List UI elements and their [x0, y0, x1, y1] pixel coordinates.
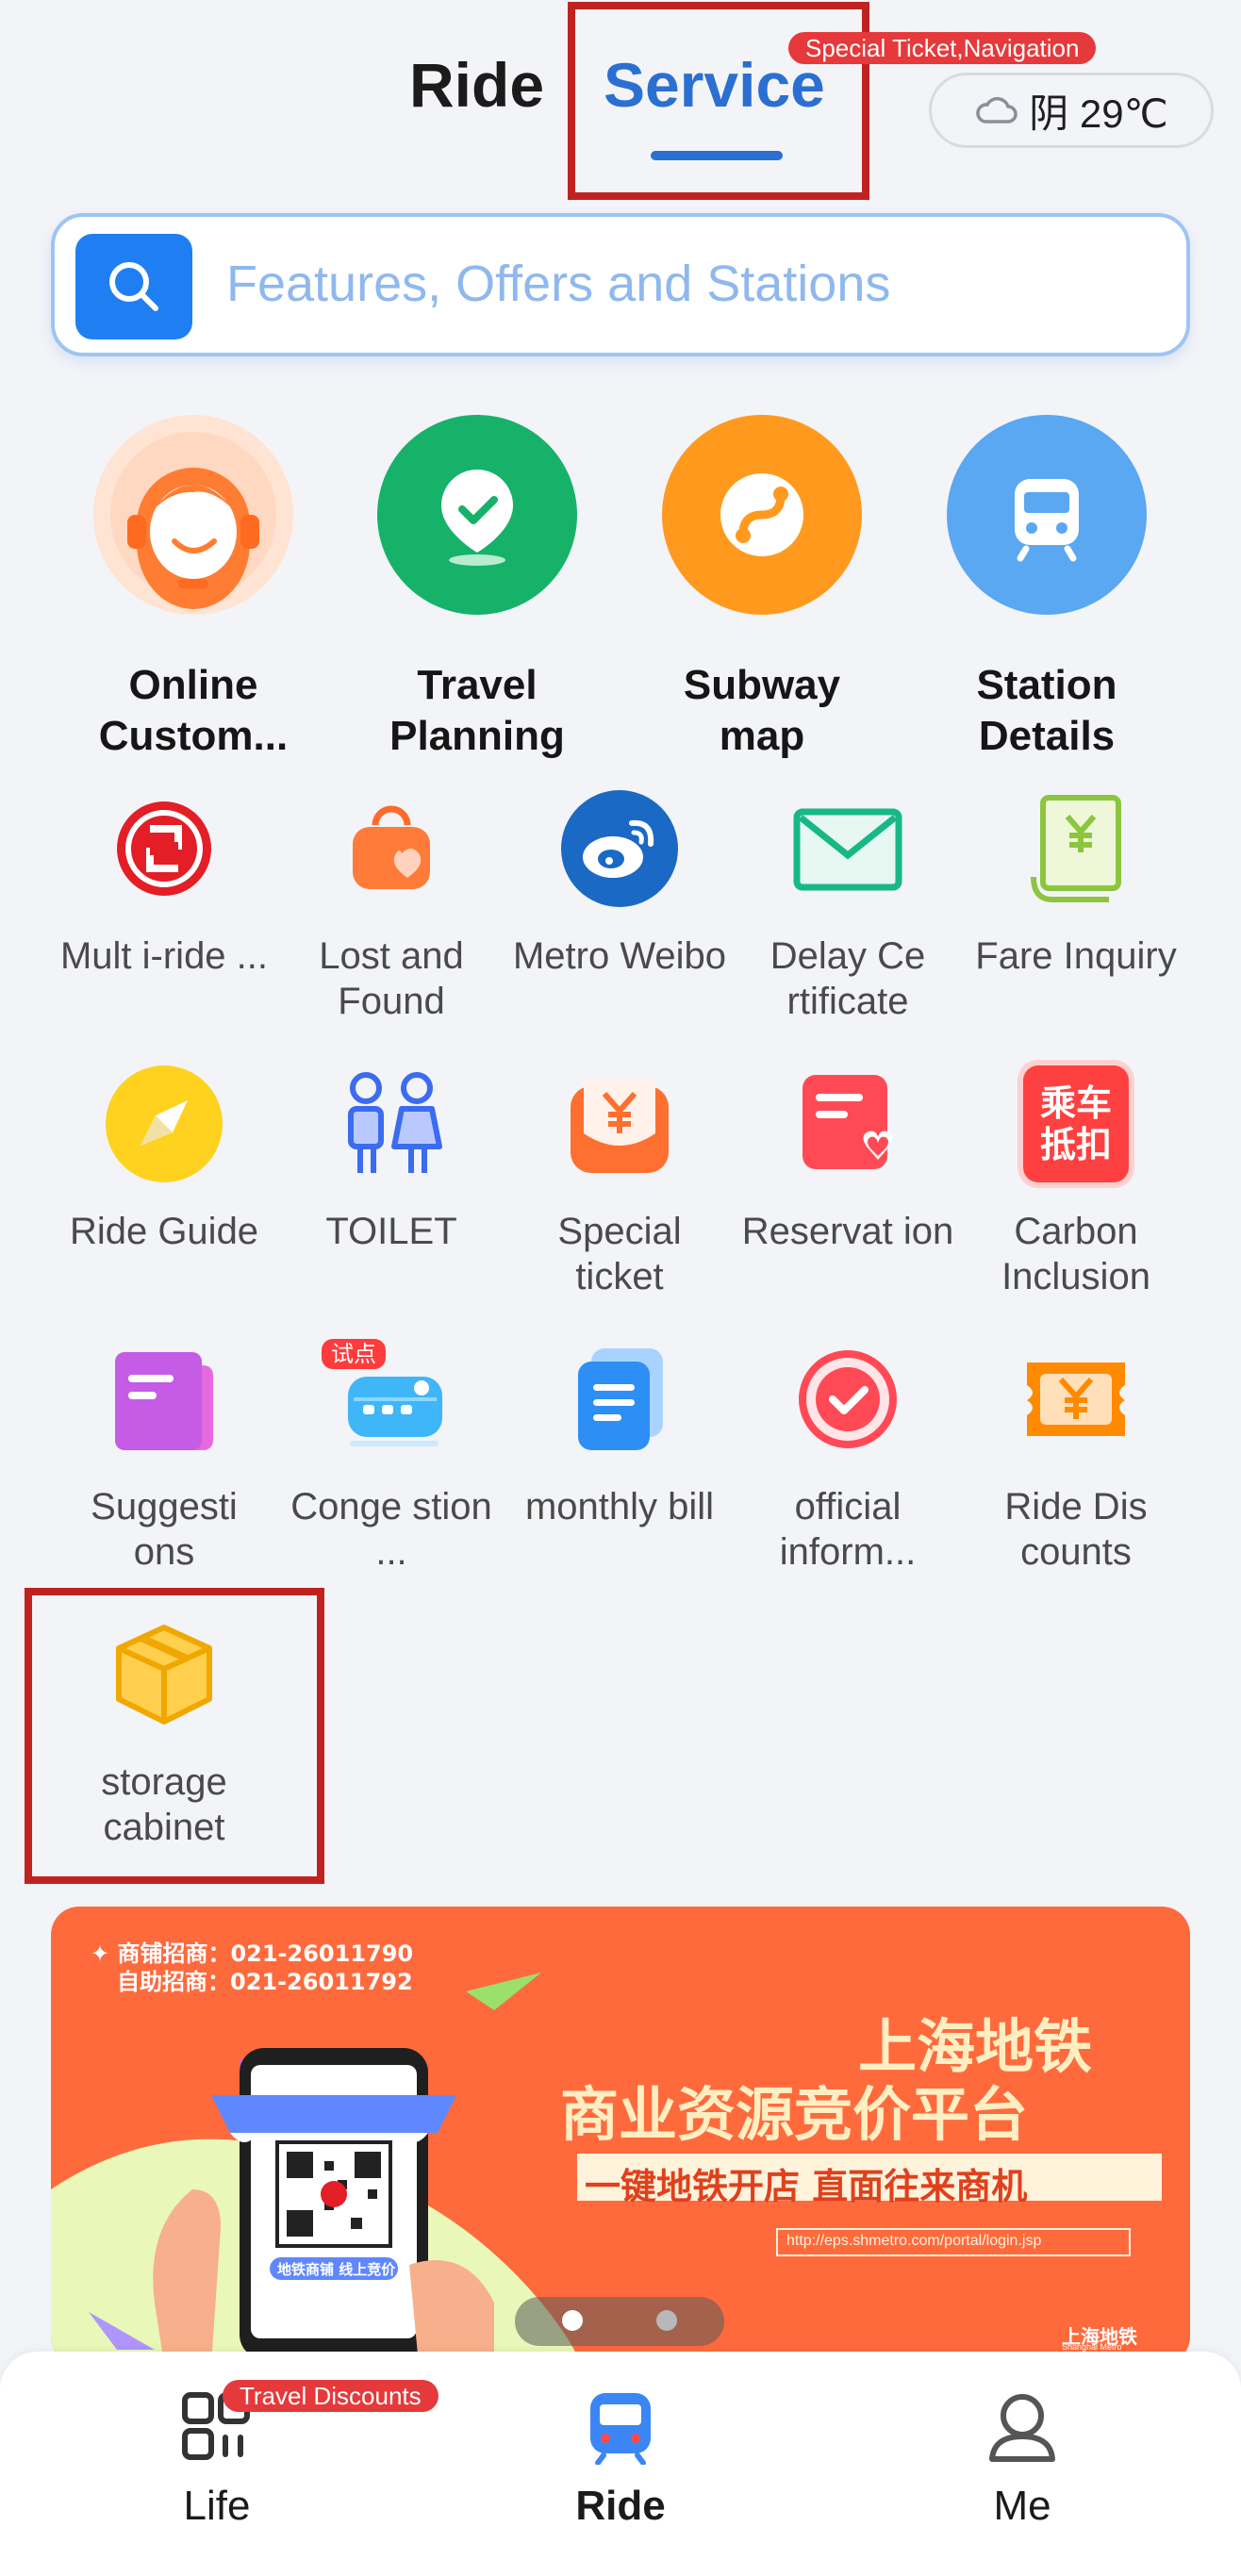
weather-text: 阴 29℃	[1029, 91, 1168, 136]
banner-url[interactable]: http://eps.shmetro.com/portal/login.jsp	[786, 2233, 1041, 2250]
user-icon	[989, 2394, 1055, 2462]
service-monthly-bill[interactable]: monthly bill	[511, 1333, 728, 1529]
service-label: Suggesti ons	[91, 1486, 238, 1573]
service-label: monthly bill	[524, 1486, 715, 1527]
service-suggestions[interactable]: Suggesti ons	[56, 1333, 273, 1575]
coupon-yen-icon	[1010, 1333, 1142, 1465]
service-official-information[interactable]: official inform...	[739, 1333, 956, 1575]
nav-label: Ride	[575, 2483, 666, 2529]
service-label: Metro Weibo	[512, 935, 726, 977]
service-congestion[interactable]: 试点 Conge stion ...	[283, 1333, 500, 1575]
feature-label: Subway map	[683, 662, 841, 759]
service-metro-weibo[interactable]: Metro Weibo	[511, 783, 728, 979]
carousel-dot-active[interactable]	[562, 2310, 583, 2331]
service-lost-and-found[interactable]: Lost and Found	[283, 783, 500, 1024]
service-label: Ride Dis counts	[1004, 1486, 1148, 1573]
service-carbon-inclusion[interactable]: 乘车抵扣 Carbon Inclusion	[968, 1058, 1184, 1299]
service-label: Special ticket	[557, 1211, 682, 1297]
search-bar[interactable]: Features, Offers and Stations	[51, 213, 1190, 356]
toilet-icon	[325, 1058, 457, 1190]
service-label: Reservat ion	[741, 1211, 954, 1252]
feature-online-customer-service[interactable]: Online Custom...	[80, 415, 306, 762]
service-toilet[interactable]: TOILET	[283, 1058, 500, 1254]
map-pin-icon	[377, 415, 577, 615]
nav-label: Life	[183, 2483, 251, 2529]
train-icon	[947, 415, 1147, 615]
feature-label: Online Custom...	[98, 662, 289, 759]
service-label: Delay Ce rtificate	[769, 935, 926, 1022]
service-label: Lost and Found	[319, 935, 464, 1022]
banner-slogan: 一键地铁开店 直面往来商机	[585, 2166, 1028, 2207]
train-icon	[590, 2393, 651, 2466]
tab-ride[interactable]: Ride	[409, 47, 544, 123]
feature-station-details[interactable]: Station Details	[934, 415, 1160, 762]
carbon-badge-icon: 乘车抵扣	[1010, 1058, 1142, 1190]
service-fare-inquiry[interactable]: Fare Inquiry	[968, 783, 1184, 979]
service-special-ticket[interactable]: Special ticket	[511, 1058, 728, 1299]
service-delay-certificate[interactable]: Delay Ce rtificate	[739, 783, 956, 1024]
feature-label: Station Details	[976, 662, 1117, 759]
carousel-indicator[interactable]	[515, 2297, 724, 2346]
weibo-icon	[554, 783, 686, 915]
document-icon	[554, 1333, 686, 1465]
envelope-icon	[782, 783, 914, 915]
service-badge: Special Ticket,Navigation	[788, 32, 1097, 64]
trial-badge: 试点	[322, 1339, 386, 1369]
route-icon	[662, 415, 862, 615]
service-ride-guide[interactable]: Ride Guide	[56, 1058, 273, 1254]
compass-icon	[98, 1058, 230, 1190]
customer-service-icon	[93, 415, 293, 615]
bottom-nav: Life Travel Discounts Ride Me	[0, 2352, 1241, 2576]
carousel-dot[interactable]	[656, 2310, 677, 2331]
congestion-train-icon: 试点	[322, 1333, 457, 1465]
search-icon	[109, 262, 158, 311]
nav-me[interactable]: Me	[928, 2389, 1117, 2530]
carbon-badge-text: 乘车抵扣	[1039, 1082, 1112, 1165]
reservation-heart-icon	[782, 1058, 914, 1190]
life-badge: Travel Discounts	[223, 2380, 438, 2412]
service-label: Ride Guide	[69, 1211, 259, 1252]
banner-logo-sub: Shanghai Metro	[1062, 2342, 1122, 2352]
feature-travel-planning[interactable]: Travel Planning	[364, 415, 590, 762]
yen-ticket-icon	[554, 1058, 686, 1190]
search-button[interactable]	[75, 234, 192, 339]
verified-check-icon	[782, 1333, 914, 1465]
feature-subway-map[interactable]: Subway map	[649, 415, 875, 762]
search-input[interactable]: Features, Offers and Stations	[226, 255, 890, 313]
service-label: Conge stion ...	[290, 1486, 492, 1573]
cloud-icon	[976, 96, 1018, 124]
service-ride-discounts[interactable]: Ride Dis counts	[968, 1333, 1184, 1575]
highlight-box-storage-cabinet	[25, 1588, 324, 1884]
banner-title-2: 商业资源竞价平台	[560, 2080, 1029, 2149]
service-label: official inform...	[779, 1486, 917, 1573]
service-label: Fare Inquiry	[975, 935, 1177, 977]
nav-ride[interactable]: Ride	[526, 2389, 715, 2530]
lost-found-bag-icon	[325, 783, 457, 915]
feature-label: Travel Planning	[389, 662, 565, 759]
suggestion-book-icon	[98, 1333, 230, 1465]
nav-label: Me	[993, 2483, 1051, 2529]
banner-contact-2: 自助招商：021-26011792	[117, 1969, 413, 1995]
service-label: Carbon Inclusion	[1001, 1211, 1150, 1297]
weather-widget[interactable]: 阴 29℃	[929, 73, 1214, 148]
banner-phone-caption: 地铁商铺 线上竞价	[277, 2261, 396, 2278]
service-label: TOILET	[325, 1211, 457, 1252]
multi-ride-icon	[98, 783, 230, 915]
receipt-yen-icon	[1010, 783, 1142, 915]
service-multi-ride[interactable]: Mult i-ride ...	[56, 783, 273, 979]
service-label: Mult i-ride ...	[59, 935, 269, 977]
service-reservation[interactable]: Reservat ion	[739, 1058, 956, 1254]
